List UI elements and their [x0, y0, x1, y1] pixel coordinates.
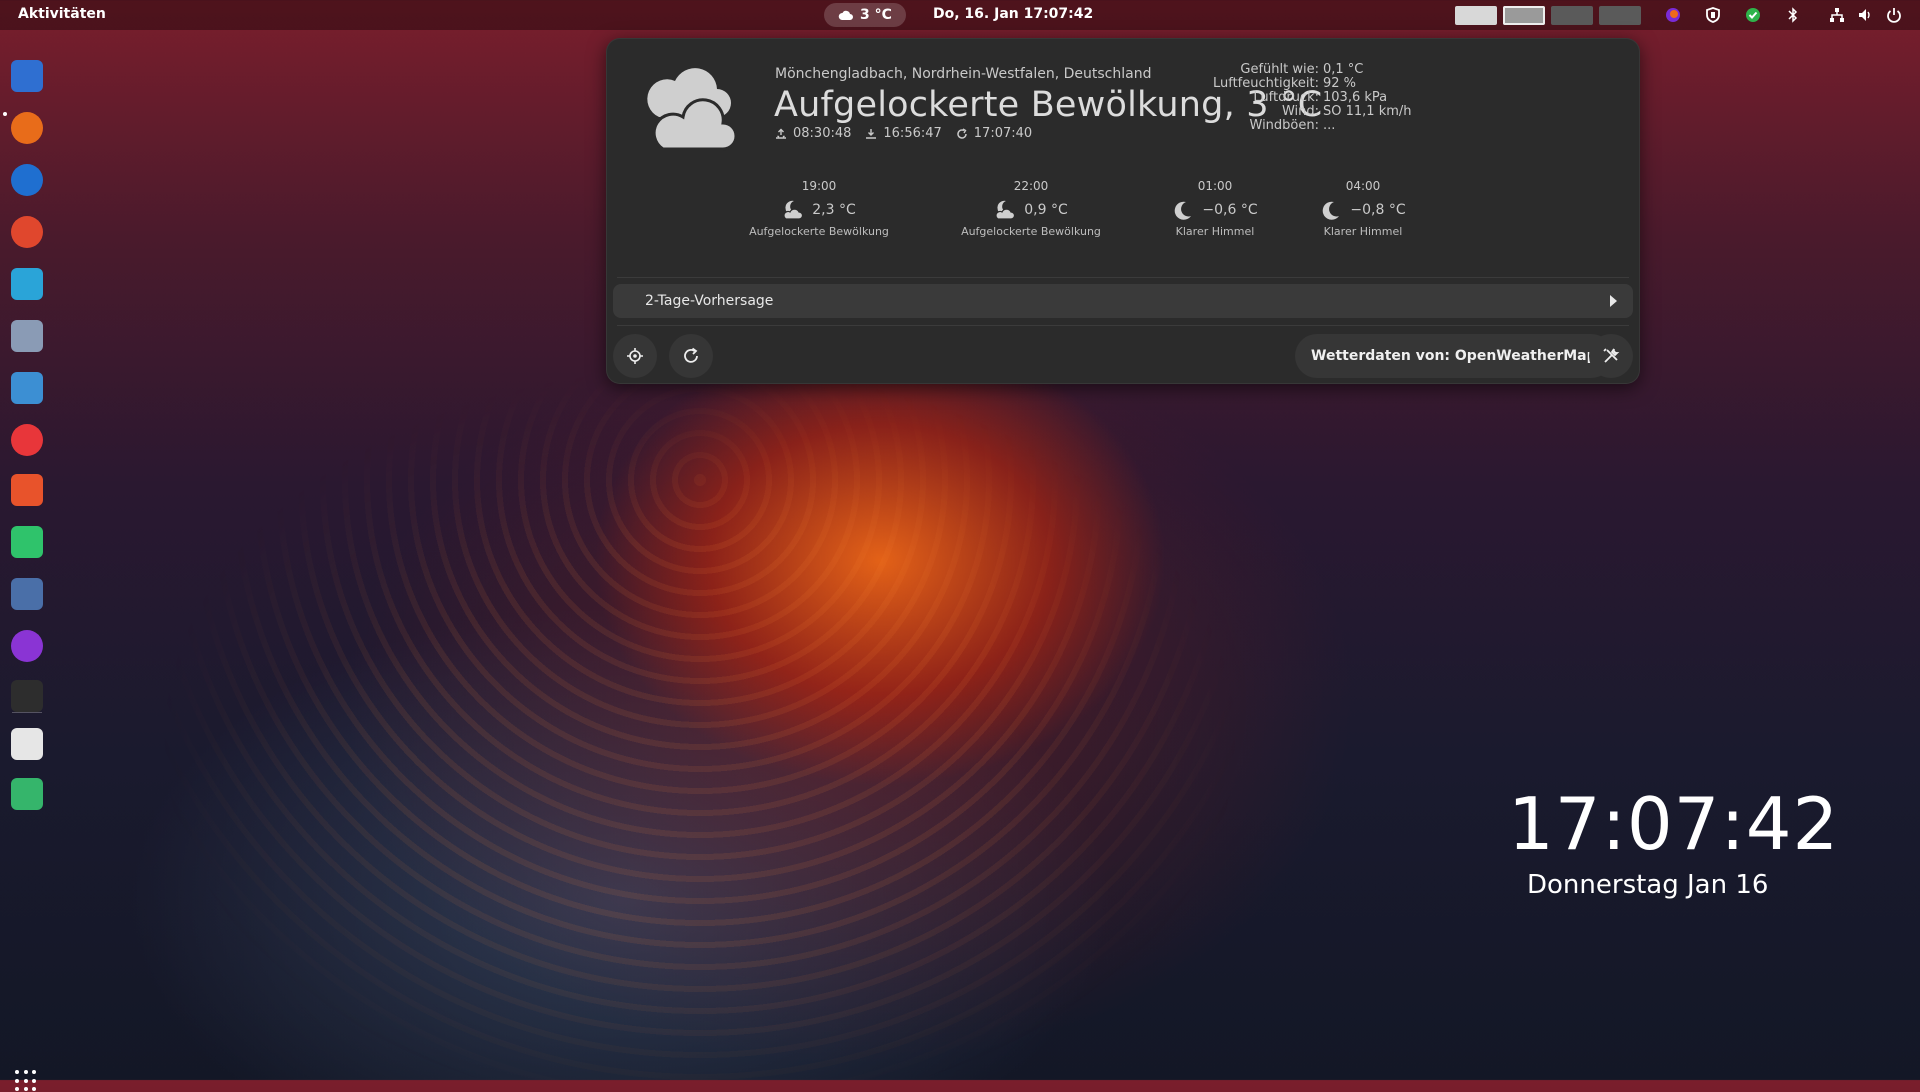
weather-popup: Mönchengladbach, Nordrhein-Westfalen, De…: [606, 38, 1640, 384]
power-icon[interactable]: [1884, 5, 1904, 25]
cloud-icon: [647, 68, 738, 151]
divider: [617, 277, 1629, 278]
refresh-small-icon: [957, 127, 967, 139]
bluetooth-icon[interactable]: [1783, 5, 1803, 25]
forecast-temp: 2,3 °C: [812, 202, 856, 218]
weather-indicator[interactable]: 3 °C: [824, 3, 906, 27]
app-blue-icon[interactable]: [11, 578, 43, 610]
workspace-2[interactable]: [1503, 6, 1545, 25]
forecast-item: 19:00 2,3 °C Aufgelockerte Bewölkung: [729, 179, 909, 238]
vivaldi-icon[interactable]: [11, 424, 43, 456]
shield-icon[interactable]: [1703, 5, 1723, 25]
remote-desktop-icon[interactable]: [11, 372, 43, 404]
network-icon[interactable]: [1827, 5, 1847, 25]
firefox-dev-icon[interactable]: [11, 630, 43, 662]
desktop-clock-date: Donnerstag Jan 16: [1527, 870, 1769, 900]
activities-button[interactable]: Aktivitäten: [18, 6, 106, 22]
top-bar: Aktivitäten 3 °C Do, 16. Jan 17:07:42: [0, 0, 1920, 30]
moon-icon: [1175, 201, 1192, 220]
divider: [617, 325, 1629, 326]
running-indicator: [3, 112, 7, 116]
dock-separator: [12, 712, 42, 713]
extensions-icon[interactable]: [11, 526, 43, 558]
location-button[interactable]: [613, 334, 657, 378]
detail-label: Windböen:: [1249, 118, 1320, 133]
trash-icon[interactable]: [11, 778, 43, 810]
two-day-forecast-expander[interactable]: 2-Tage-Vorhersage: [613, 284, 1633, 318]
moon-icon: [1323, 201, 1340, 220]
weather-location: Mönchengladbach, Nordrhein-Westfalen, De…: [775, 66, 1152, 82]
sunrise-time: 08:30:48: [793, 126, 852, 141]
text-editor-icon[interactable]: [11, 60, 43, 92]
settings-button[interactable]: [1589, 334, 1633, 378]
screenshot-icon[interactable]: [11, 268, 43, 300]
forecast-item: 22:00 0,9 °C Aufgelockerte Bewölkung: [941, 179, 1121, 238]
forecast-item: 04:00 −0,8 °C Klarer Himmel: [1273, 179, 1453, 238]
dock: [0, 30, 54, 1092]
workspace-1[interactable]: [1455, 6, 1497, 25]
workspace-4[interactable]: [1599, 6, 1641, 25]
forecast-time: 04:00: [1345, 179, 1381, 193]
check-icon[interactable]: [1743, 5, 1763, 25]
desktop-clock-time: 17:07:42: [1508, 782, 1840, 866]
forecast-condition: Aufgelockerte Bewölkung: [749, 225, 889, 238]
detail-value: ...: [1323, 118, 1336, 133]
downloader-icon[interactable]: [11, 474, 43, 506]
sunrise-icon: [776, 128, 786, 139]
detail-value: SO 11,1 km/h: [1323, 104, 1412, 119]
tools-icon: [1603, 348, 1620, 363]
volume-icon[interactable]: [1855, 5, 1875, 25]
thunderbird-icon[interactable]: [11, 164, 43, 196]
sunset-time: 16:56:47: [883, 126, 942, 141]
updated-time: 17:07:40: [973, 126, 1033, 141]
cloudy-night-icon: [783, 200, 804, 220]
firefox-tray-icon[interactable]: [1663, 5, 1683, 25]
app-red-icon[interactable]: [11, 216, 43, 248]
clock-button[interactable]: Do, 16. Jan 17:07:42: [933, 6, 1093, 22]
forecast-temp: 0,9 °C: [1024, 202, 1068, 218]
refresh-button[interactable]: [669, 334, 713, 378]
forecast-condition: Aufgelockerte Bewölkung: [961, 225, 1101, 238]
cloudy-night-icon: [995, 200, 1016, 220]
weather-indicator-temp: 3 °C: [860, 7, 892, 23]
cloud-icon: [838, 10, 853, 20]
workspace-3[interactable]: [1551, 6, 1593, 25]
forecast-condition: Klarer Himmel: [1323, 225, 1403, 238]
terminal-icon[interactable]: [11, 680, 43, 712]
sunset-icon: [866, 128, 877, 139]
refresh-icon: [684, 347, 698, 363]
forecast-temp: −0,8 °C: [1350, 202, 1406, 218]
software-icon[interactable]: [11, 320, 43, 352]
chevron-right-icon: [1610, 295, 1617, 307]
forecast-temp: −0,6 °C: [1202, 202, 1258, 218]
firefox-icon[interactable]: [11, 112, 43, 144]
document-icon[interactable]: [11, 728, 43, 760]
weather-times: 08:30:48 16:56:47 17:07:40: [775, 126, 1032, 141]
locate-icon: [627, 348, 643, 364]
forecast-time: 22:00: [1013, 179, 1049, 193]
forecast-time: 19:00: [801, 179, 837, 193]
expander-label: 2-Tage-Vorhersage: [645, 293, 774, 309]
wallpaper-eagle: [0, 360, 1400, 1080]
provider-button[interactable]: Wetterdaten von: OpenWeatherMap: [1295, 334, 1613, 378]
show-apps-button[interactable]: [15, 1070, 37, 1092]
